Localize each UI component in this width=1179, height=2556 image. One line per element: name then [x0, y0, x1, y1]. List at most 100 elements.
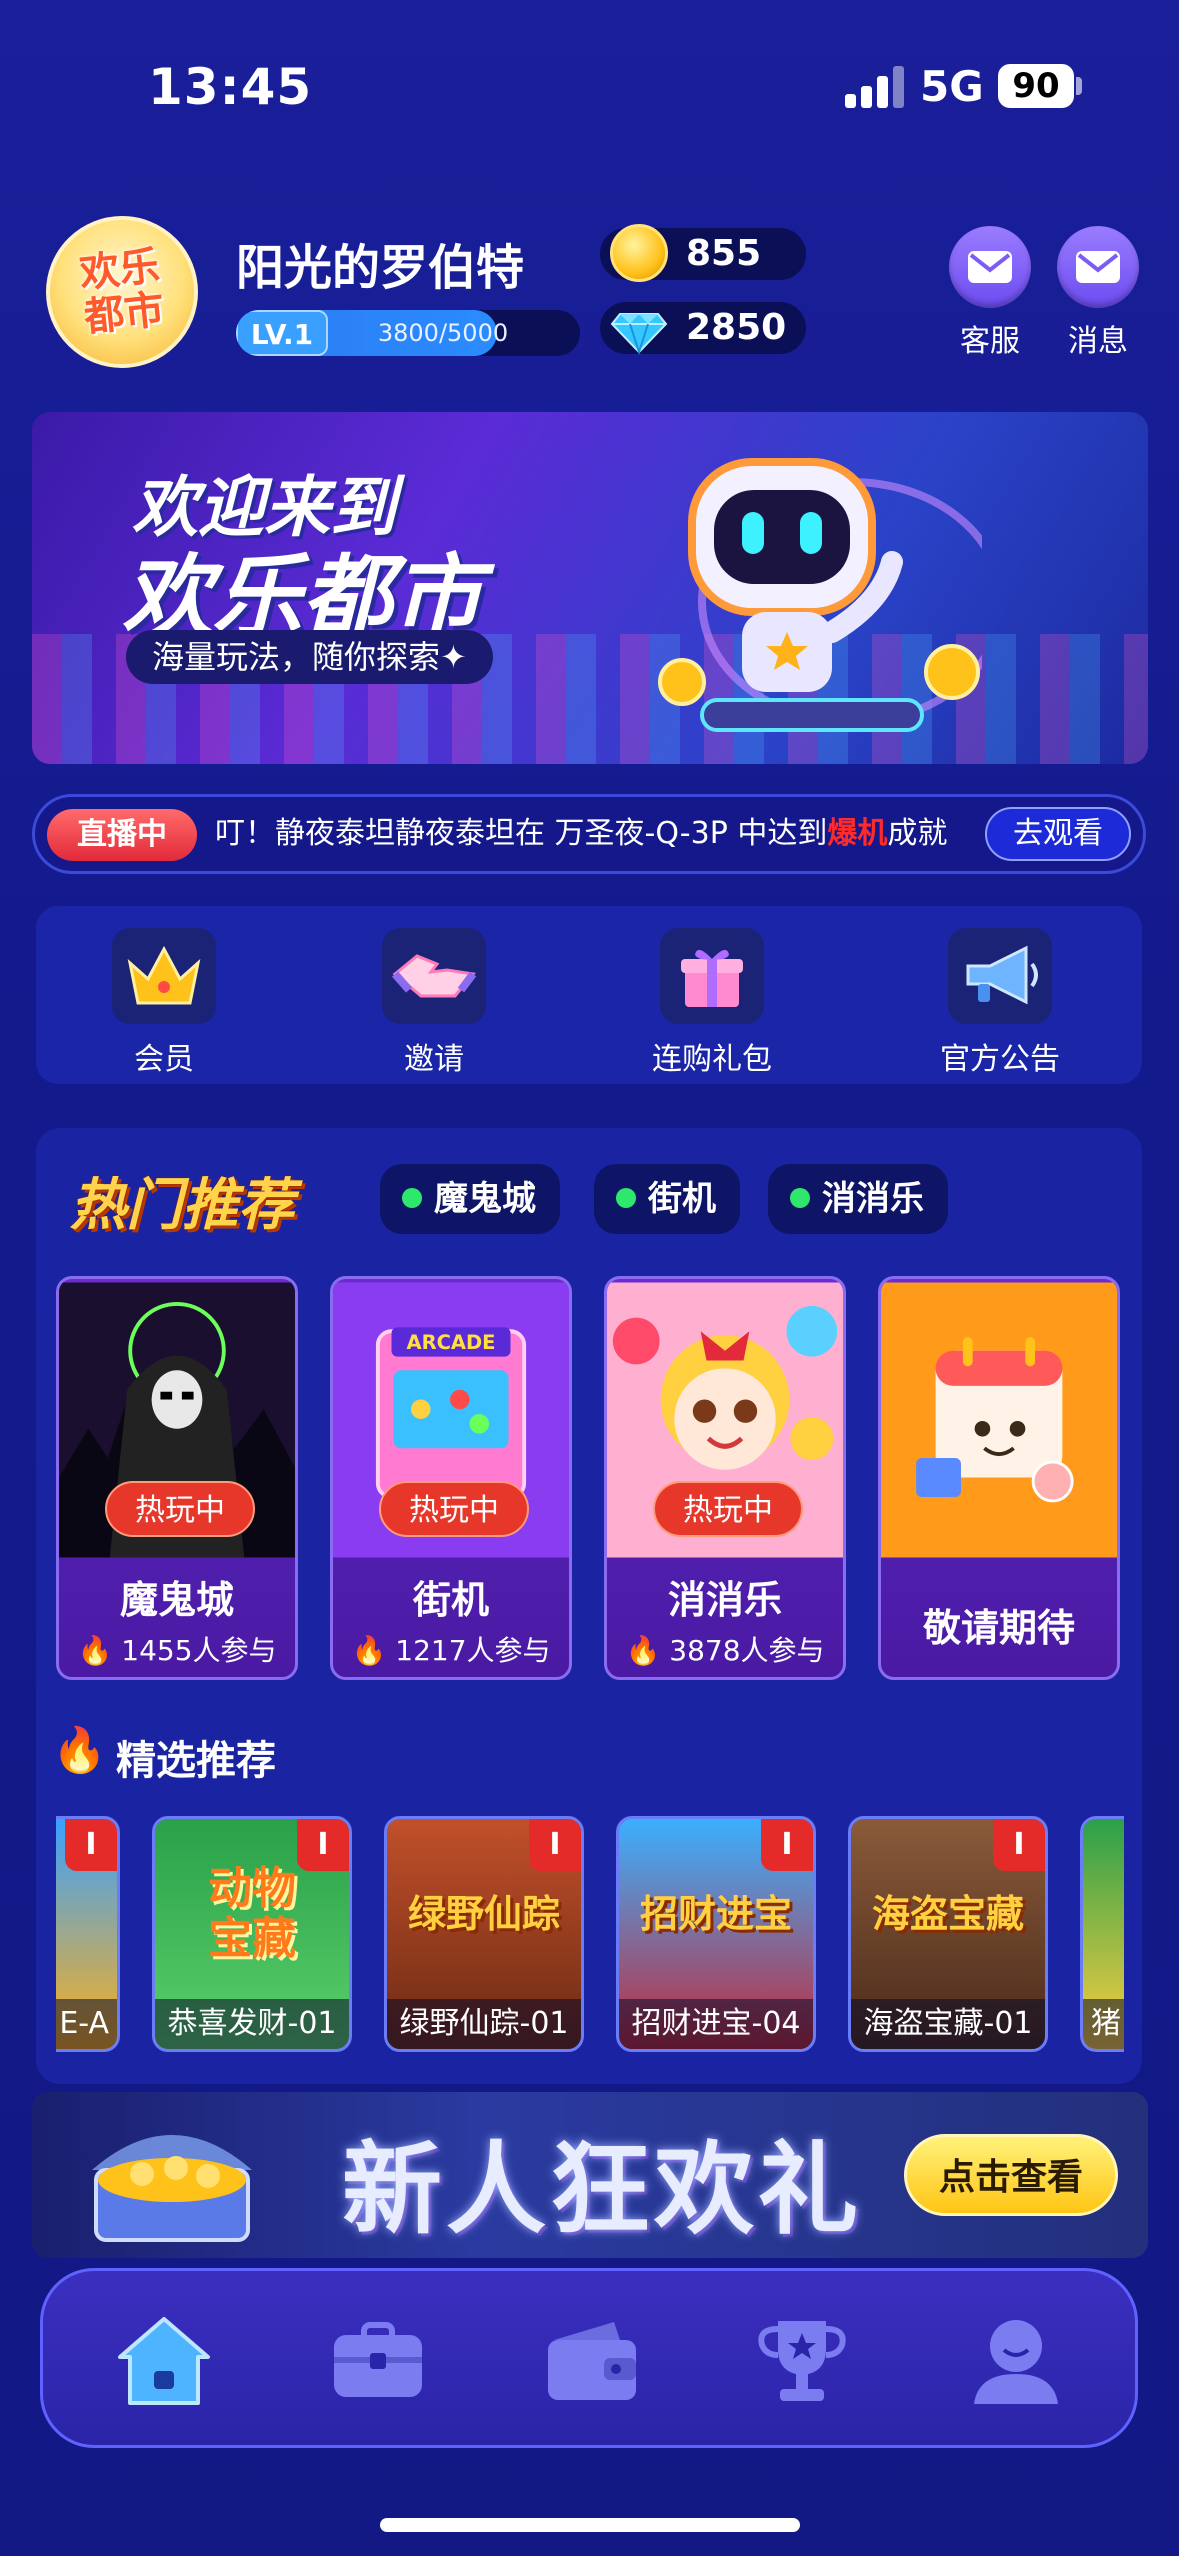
- treasure-chest-icon: [92, 2135, 252, 2242]
- nav-wallet[interactable]: [537, 2311, 647, 2411]
- customer-service-button[interactable]: 客服: [940, 226, 1040, 360]
- quick-action-announcement[interactable]: 官方公告: [920, 928, 1080, 1078]
- game-thumb[interactable]: 动物 宝藏 I 恭喜发财-01: [152, 1816, 352, 2052]
- game-card-demon-city[interactable]: 热玩中 魔鬼城 🔥 1455人参与: [56, 1276, 298, 1680]
- coin-value: 855: [686, 233, 762, 274]
- thumb-tag: I: [65, 1819, 117, 1871]
- diamond-icon: [610, 313, 668, 356]
- nav-treasure[interactable]: [323, 2311, 433, 2411]
- mail-icon: [1057, 226, 1139, 308]
- coming-soon-label: 敬请期待: [922, 1606, 1075, 1650]
- thumb-label: 猪: [1083, 1999, 1124, 2049]
- exp-text: 3800/5000: [377, 319, 509, 347]
- quick-action-invite[interactable]: 邀请: [354, 928, 514, 1078]
- thumb-clip-left: 手 I E-A: [56, 1816, 120, 2052]
- hot-title: 热门推荐: [70, 1173, 294, 1238]
- game-card-match3[interactable]: 热玩中 消消乐 🔥 3878人参与: [604, 1276, 846, 1680]
- coin-icon: [610, 224, 668, 282]
- game-thumb[interactable]: 绿野仙踪 I 绿野仙踪-01: [384, 1816, 584, 2052]
- bottom-nav: [40, 2268, 1138, 2448]
- status-time: 13:45: [148, 58, 313, 116]
- nav-home[interactable]: [109, 2311, 219, 2411]
- megaphone-icon: [948, 928, 1052, 1024]
- battery-tip: [1076, 77, 1082, 95]
- filter-arcade[interactable]: 街机: [594, 1164, 740, 1234]
- game-thumb[interactable]: 招财进宝 I 招财进宝-04: [616, 1816, 816, 2052]
- game-thumb[interactable]: 猪: [1080, 1816, 1124, 2052]
- hot-chip: 热玩中: [653, 1481, 803, 1537]
- diamond-value: 2850: [686, 307, 787, 348]
- game-thumb[interactable]: 手 I E-A: [56, 1816, 120, 2052]
- crown-icon: [112, 928, 216, 1024]
- hot-chip: 热玩中: [105, 1481, 255, 1537]
- calendar-art: [881, 1282, 1117, 1558]
- newcomer-promo-banner[interactable]: 新人狂欢礼 点击查看: [32, 2092, 1148, 2258]
- banner-tagline: 海量玩法，随你探索✦: [126, 630, 493, 684]
- nav-ranking[interactable]: [747, 2311, 857, 2411]
- thumb-tag: I: [297, 1819, 349, 1871]
- filter-match3[interactable]: 消消乐: [768, 1164, 948, 1234]
- trophy-icon: [758, 2321, 846, 2401]
- view-details-button[interactable]: 点击查看: [904, 2134, 1118, 2216]
- player-count: 🔥 1455人参与: [77, 1634, 277, 1667]
- network-label: 5G: [920, 62, 984, 111]
- home-icon: [118, 2317, 210, 2405]
- online-dot: [790, 1188, 810, 1208]
- thumb-label: E-A: [56, 1999, 117, 2049]
- game-name: 魔鬼城: [119, 1578, 234, 1622]
- thumb-tag: I: [761, 1819, 813, 1871]
- coin-balance[interactable]: 855: [600, 224, 806, 282]
- diamond-balance[interactable]: 2850: [600, 302, 806, 356]
- thumb-clip-right: 猪: [1080, 1816, 1124, 2052]
- selected-title: 精选推荐: [116, 1738, 276, 1784]
- game-thumb[interactable]: 海盗宝藏 I 海盗宝藏-01: [848, 1816, 1048, 2052]
- online-dot: [616, 1188, 636, 1208]
- quick-action-label: 官方公告: [940, 1042, 1060, 1077]
- messages-button[interactable]: 消息: [1048, 226, 1148, 360]
- nav-profile[interactable]: [961, 2311, 1071, 2411]
- quick-action-vip[interactable]: 会员: [84, 928, 244, 1078]
- thumb-label: 招财进宝-04: [619, 1999, 813, 2049]
- welcome-banner[interactable]: 欢迎来到 欢乐都市 海量玩法，随你探索✦: [32, 412, 1148, 764]
- thumb-tag: I: [993, 1819, 1045, 1871]
- chest-icon: [334, 2322, 422, 2397]
- profile-icon: [974, 2320, 1058, 2404]
- game-name: 消消乐: [667, 1578, 782, 1622]
- quick-action-label: 连购礼包: [652, 1042, 772, 1077]
- mail-icon: [949, 226, 1031, 308]
- quick-action-gift-pack[interactable]: 连购礼包: [632, 928, 792, 1078]
- quick-action-label: 邀请: [404, 1042, 464, 1077]
- game-card-arcade[interactable]: ARCADE 热玩中 街机 🔥 1217人参与: [330, 1276, 572, 1680]
- home-indicator: [380, 2518, 800, 2532]
- thumb-label: 海盗宝藏-01: [851, 1999, 1045, 2049]
- thumb-label: 绿野仙踪-01: [387, 1999, 581, 2049]
- battery-icon: 90: [998, 64, 1074, 108]
- game-card-coming-soon[interactable]: 敬请期待: [878, 1276, 1120, 1680]
- username: 阳光的罗伯特: [236, 240, 525, 296]
- thumb-label: 恭喜发财-01: [155, 1999, 349, 2049]
- thumb-tag: I: [529, 1819, 581, 1871]
- player-count: 🔥 3878人参与: [625, 1634, 825, 1667]
- gift-icon: [660, 928, 764, 1024]
- ticker-highlight: 爆机: [827, 816, 888, 851]
- game-name: 街机: [412, 1578, 489, 1622]
- online-dot: [402, 1188, 422, 1208]
- flame-icon: 🔥: [52, 1725, 107, 1776]
- level-badge: LV.1: [236, 310, 328, 356]
- level-bar: LV.1 3800/5000: [236, 310, 580, 356]
- ticker-message: 叮！静夜泰坦静夜泰坦在 万圣夜-Q-3P 中达到爆机成就: [215, 816, 948, 851]
- svg-text:ARCADE: ARCADE: [406, 1331, 495, 1354]
- avatar[interactable]: 欢乐 都市: [46, 216, 198, 368]
- watch-button[interactable]: 去观看: [985, 807, 1131, 861]
- quick-action-label: 会员: [134, 1042, 194, 1077]
- avatar-logo: 欢乐 都市: [77, 243, 167, 341]
- customer-service-label: 客服: [960, 324, 1020, 359]
- wallet-icon: [548, 2322, 636, 2400]
- signal-icon: [845, 64, 905, 108]
- hot-chip: 热玩中: [379, 1481, 529, 1537]
- messages-label: 消息: [1068, 324, 1128, 359]
- live-ticker[interactable]: 直播中 叮！静夜泰坦静夜泰坦在 万圣夜-Q-3P 中达到爆机成就 去观看: [32, 794, 1146, 874]
- promo-title: 新人狂欢礼: [342, 2131, 862, 2248]
- filter-demon-city[interactable]: 魔鬼城: [380, 1164, 560, 1234]
- player-count: 🔥 1217人参与: [351, 1634, 551, 1667]
